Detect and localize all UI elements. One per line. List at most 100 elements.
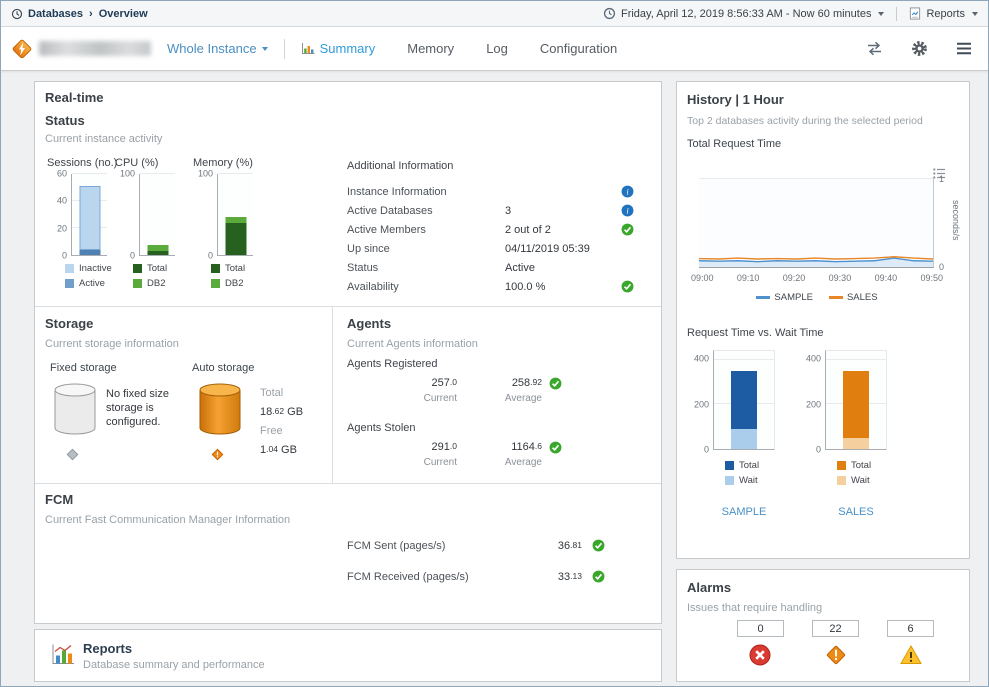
info-icon[interactable]: i — [621, 204, 637, 217]
gear-icon[interactable] — [911, 40, 928, 57]
total-request-time-label: Total Request Time — [687, 138, 781, 150]
info-value: 2 out of 2 — [505, 224, 621, 236]
bar-segment-total — [843, 371, 869, 438]
legend-label: Total — [225, 263, 245, 274]
legend-label: Inactive — [79, 263, 112, 274]
warning-count[interactable]: 6 — [887, 620, 934, 637]
divider — [284, 39, 285, 59]
time-range-selector[interactable]: Friday, April 12, 2019 8:56:33 AM - Now … — [621, 8, 871, 20]
tab-log[interactable]: Log — [486, 41, 508, 56]
chevron-down-icon[interactable] — [972, 12, 978, 16]
y-axis-tick: 0 — [62, 252, 67, 261]
status-subtitle: Current instance activity — [45, 133, 162, 145]
tab-configuration[interactable]: Configuration — [540, 41, 617, 56]
current-label: Current — [377, 457, 457, 468]
legend-label: Active — [79, 278, 105, 289]
header-actions — [866, 40, 978, 57]
y-axis-tick: 100 — [198, 170, 213, 179]
legend-item: Total — [133, 263, 193, 274]
info-label: FCM Received (pages/s) — [347, 571, 509, 583]
agents-stolen-group: Agents Stolen 291.0 Current 1164.6 Avera… — [347, 422, 637, 468]
divider — [332, 306, 333, 483]
chevron-down-icon[interactable] — [878, 12, 884, 16]
agents-subtitle: Current Agents information — [347, 338, 478, 350]
reports-title[interactable]: Reports — [83, 641, 132, 656]
breadcrumb: Databases › Overview — [11, 8, 148, 20]
y-axis: 1000 — [193, 174, 217, 256]
database-link-sample[interactable]: SAMPLE — [713, 506, 775, 518]
warning-icon[interactable] — [900, 644, 922, 666]
info-label: FCM Sent (pages/s) — [347, 540, 509, 552]
agents-title: Agents — [347, 316, 391, 331]
database-link-sales[interactable]: SALES — [825, 506, 887, 518]
group-label: Agents Registered — [347, 358, 637, 370]
reports-panel[interactable]: Reports Database summary and performance — [34, 629, 662, 682]
tab-memory[interactable]: Memory — [407, 41, 454, 56]
legend-item: Total — [211, 263, 271, 274]
legend-item: Total — [725, 460, 795, 471]
legend-swatch — [133, 279, 142, 288]
legend-label: Total — [739, 460, 759, 471]
free-value: 1.04 GB — [260, 441, 303, 460]
fatal-count[interactable]: 0 — [737, 620, 784, 637]
legend-swatch — [829, 296, 843, 299]
reports-subtitle: Database summary and performance — [83, 659, 265, 671]
legend-item: Total — [837, 460, 907, 471]
legend-label: Wait — [739, 475, 758, 486]
critical-icon[interactable] — [825, 644, 847, 666]
y-axis-tick: 100 — [120, 170, 135, 179]
info-label: Up since — [347, 243, 505, 255]
plot-area — [217, 174, 253, 256]
critical-status-icon[interactable] — [211, 448, 224, 466]
info-row: FCM Sent (pages/s)36.81 — [347, 530, 637, 561]
fatal-icon[interactable] — [749, 644, 771, 666]
legend-item: Wait — [725, 475, 795, 486]
alarms-panel: Alarms Issues that require handling 0 22… — [676, 569, 970, 682]
legend-swatch — [133, 264, 142, 273]
total-label: Total — [260, 384, 303, 403]
x-axis-tick: 09:40 — [875, 273, 898, 283]
critical-count[interactable]: 22 — [812, 620, 859, 637]
current-label: Current — [377, 393, 457, 404]
info-label: Active Databases — [347, 205, 505, 217]
free-label: Free — [260, 422, 303, 441]
tab-summary[interactable]: Summary — [301, 41, 376, 56]
menu-icon[interactable] — [956, 42, 972, 55]
sample-request-wait-chart: 4002000 TotalWait SAMPLE — [687, 350, 795, 535]
breadcrumb-databases[interactable]: Databases — [28, 8, 83, 20]
stacked-bar — [731, 351, 757, 449]
legend-swatch — [837, 461, 846, 470]
average-value: 258.92 — [457, 377, 542, 389]
chart-legend: TotalWait — [837, 460, 907, 486]
cpu-chart: CPU (%) 1000 TotalDB2 — [115, 157, 193, 289]
info-label: Status — [347, 262, 505, 274]
info-icon[interactable]: i — [621, 185, 637, 198]
auto-storage-label: Auto storage — [192, 362, 254, 374]
auto-storage-values: Total 18.62 GB Free 1.04 GB — [260, 384, 303, 460]
y-axis-tick: 1 — [939, 174, 944, 184]
bar-segment-total — [225, 223, 246, 255]
fcm-title: FCM — [45, 492, 73, 507]
chart-title: Memory (%) — [193, 157, 271, 169]
refresh-icon[interactable] — [866, 41, 883, 56]
current-value: 291.0 — [377, 441, 457, 453]
plot-area — [71, 174, 107, 256]
report-icon — [909, 7, 921, 20]
check-icon — [549, 441, 562, 459]
instance-name-redacted — [39, 41, 151, 56]
y-axis: 1000 — [115, 174, 139, 256]
clock-icon — [603, 7, 616, 20]
plot-area — [699, 178, 934, 268]
breadcrumb-icon — [11, 8, 23, 20]
reports-menu[interactable]: Reports — [926, 8, 965, 20]
y-axis-tick: 200 — [806, 400, 821, 409]
legend-item: SAMPLE — [756, 292, 813, 303]
total-value: 18.62 GB — [260, 403, 303, 422]
topbar-actions: Friday, April 12, 2019 8:56:33 AM - Now … — [603, 7, 978, 21]
storage-title: Storage — [45, 316, 93, 331]
scope-selector[interactable]: Whole Instance — [167, 41, 268, 56]
legend-label: DB2 — [225, 278, 243, 289]
top-bar: Databases › Overview Friday, April 12, 2… — [1, 1, 988, 27]
legend-label: SALES — [847, 292, 878, 303]
info-row: FCM Received (pages/s)33.13 — [347, 561, 637, 592]
